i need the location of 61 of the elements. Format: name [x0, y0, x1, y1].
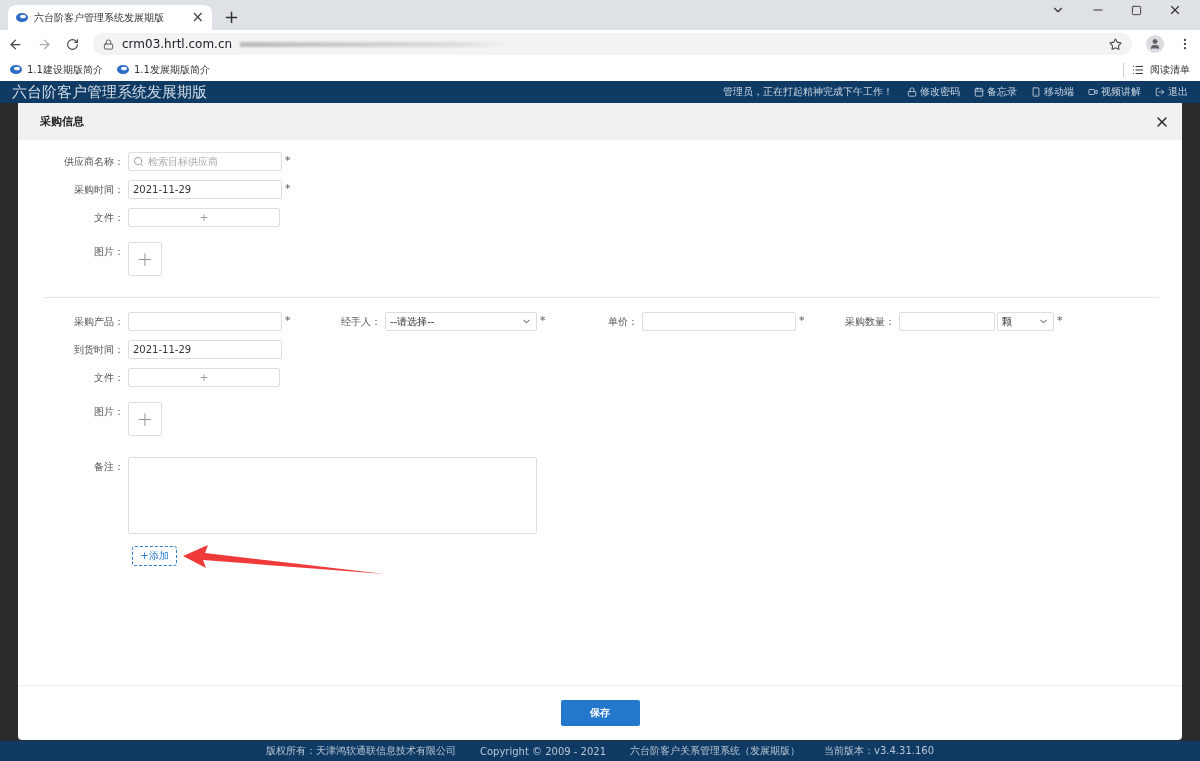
field-label: 采购数量：: [844, 315, 896, 329]
remarks-field[interactable]: [128, 457, 537, 534]
required-mark: *: [539, 313, 546, 329]
required-mark: *: [1056, 313, 1063, 329]
header-link[interactable]: 备忘录: [974, 85, 1017, 99]
address-bar[interactable]: crm03.hrtl.com.cn: [93, 33, 1132, 55]
tab-close[interactable]: ×: [191, 10, 204, 25]
field-label: 单价：: [607, 315, 639, 329]
calendar-icon: [974, 87, 984, 97]
app-title: 六台阶客户管理系统发展期版: [12, 82, 207, 102]
lock-icon: [103, 38, 114, 50]
bookmark[interactable]: 1.1建设期版简介: [10, 62, 103, 77]
field-label: 备注：: [93, 460, 125, 474]
required-mark: *: [798, 313, 805, 329]
video-icon: [1088, 87, 1098, 97]
close-icon[interactable]: [1168, 3, 1182, 17]
field-label: 供应商名称：: [63, 155, 125, 169]
header-link[interactable]: 移动端: [1031, 85, 1074, 99]
required-mark: *: [284, 181, 291, 197]
logo-icon: [10, 65, 22, 74]
save-button[interactable]: 保存: [560, 700, 640, 726]
field-label: 文件：: [93, 211, 125, 225]
field-label: 文件：: [93, 371, 125, 385]
logout-icon: [1155, 87, 1165, 97]
field-label: 图片：: [93, 245, 125, 259]
field-label: 图片：: [93, 405, 125, 419]
logo-icon: [16, 13, 28, 22]
header-link[interactable]: 视频讲解: [1088, 85, 1141, 99]
profile-avatar[interactable]: [1146, 35, 1164, 53]
list-icon: [1132, 63, 1144, 76]
browser-tab[interactable]: 六台阶客户管理系统发展期版 ×: [8, 5, 212, 30]
field-label: 到货时间：: [73, 343, 125, 357]
footer-text: Copyright © 2009 - 2021: [479, 745, 607, 757]
logo-icon: [116, 65, 129, 74]
new-tab-button[interactable]: +: [224, 8, 240, 26]
field-label: 采购产品：: [73, 315, 125, 329]
unit-select[interactable]: 颗: [997, 312, 1054, 331]
reading-list[interactable]: 阅读清单: [1123, 62, 1190, 77]
header-link[interactable]: 修改密码: [907, 85, 960, 99]
add-button[interactable]: +添加: [132, 546, 177, 566]
footer-text: 当前版本：v3.4.31.160: [824, 744, 935, 758]
select-field[interactable]: --请选择--: [385, 312, 537, 331]
footer-text: 六台阶客户关系管理系统（发展期版）: [630, 744, 801, 758]
required-mark: *: [284, 153, 291, 169]
phone-icon: [1031, 87, 1041, 97]
reload-icon[interactable]: [66, 37, 79, 51]
field-label: 经手人：: [340, 315, 382, 329]
input-field[interactable]: 2021-11-29: [128, 180, 282, 199]
input-field[interactable]: 2021-11-29: [128, 340, 282, 359]
footer-text: 版权所有：天津鸿软通联信息技术有限公司: [265, 744, 456, 758]
search-icon: [133, 156, 144, 167]
dialog-title: 采购信息: [40, 114, 84, 129]
header-link[interactable]: 退出: [1155, 85, 1188, 99]
required-mark: *: [284, 313, 291, 329]
bookmark[interactable]: 1.1发展期版简介: [116, 62, 210, 77]
field-label: 采购时间：: [73, 183, 125, 197]
lock-icon: [907, 87, 917, 97]
star-icon[interactable]: [1109, 37, 1122, 51]
greeting-text: 管理员，正在打起精神完成下午工作！: [723, 85, 893, 99]
back-icon[interactable]: [8, 36, 23, 52]
maximize-icon[interactable]: [1131, 4, 1142, 16]
